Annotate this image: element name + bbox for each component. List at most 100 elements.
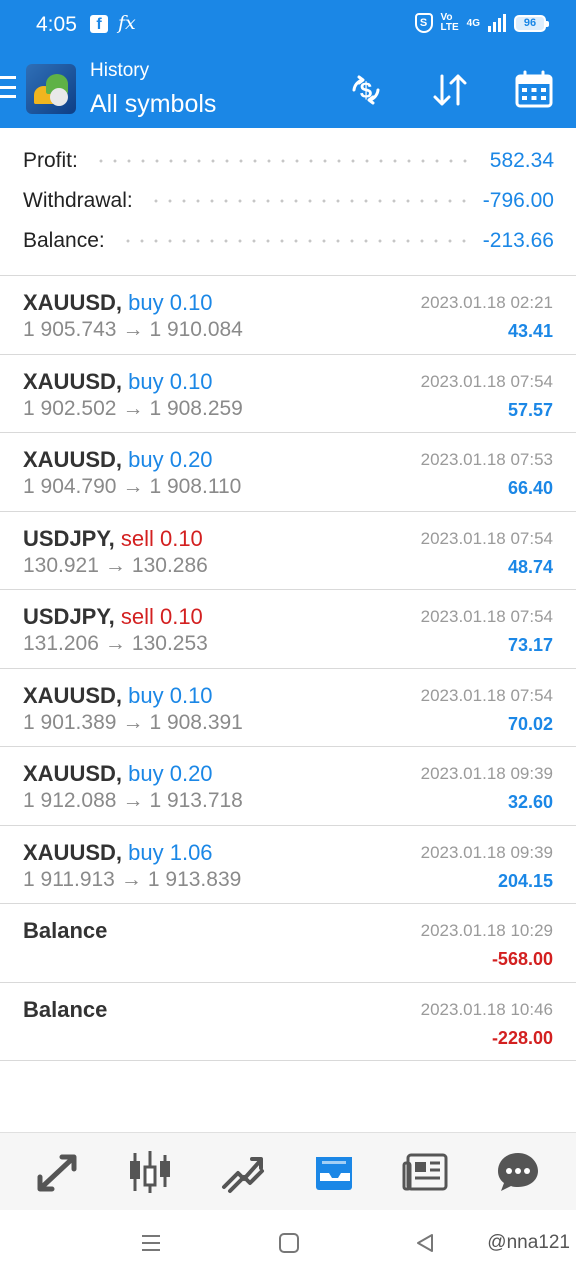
status-time: 4:05 bbox=[36, 13, 77, 36]
deal-row[interactable]: XAUUSD, buy 0.10 1 905.743 → 1 910.084 2023.… bbox=[0, 276, 576, 355]
deal-datetime: 2023.01.18 07:54 bbox=[420, 607, 553, 626]
deal-prices: 1 905.743 → 1 910.084 bbox=[23, 318, 243, 342]
open-price: 1 901.389 bbox=[23, 710, 117, 734]
facebook-icon: f bbox=[90, 15, 108, 33]
recents-icon[interactable] bbox=[140, 1232, 162, 1259]
history-list[interactable]: XAUUSD, buy 0.10 1 905.743 → 1 910.084 2023.… bbox=[0, 276, 576, 1061]
withdrawal-label: Withdrawal: bbox=[23, 189, 133, 212]
balance-operation-row[interactable]: Balance 2023.01.18 10:29 -568.00 bbox=[0, 904, 576, 983]
arrow-right-icon: → bbox=[122, 318, 144, 341]
symbol-filter[interactable]: All symbols bbox=[90, 90, 216, 119]
deal-datetime: 2023.01.18 07:53 bbox=[420, 450, 553, 469]
deal-row[interactable]: XAUUSD, buy 1.06 1 911.913 → 1 913.839 2023.… bbox=[0, 826, 576, 904]
chat-icon[interactable] bbox=[492, 1147, 544, 1197]
app-bar: History All symbols $ bbox=[0, 50, 576, 128]
deal-profit: 66.40 bbox=[507, 478, 553, 498]
back-icon[interactable] bbox=[414, 1232, 436, 1259]
deal-row[interactable]: XAUUSD, buy 0.10 1 902.502 → 1 908.259 2023.… bbox=[0, 355, 576, 433]
open-price: 1 902.502 bbox=[23, 396, 117, 420]
balance-op-label: Balance bbox=[23, 918, 108, 943]
deal-symbol: XAUUSD, buy 0.20 bbox=[23, 447, 213, 472]
dollar-sync-icon[interactable]: $ bbox=[344, 68, 388, 112]
deal-datetime: 2023.01.18 07:54 bbox=[420, 528, 553, 548]
arrow-right-icon: → bbox=[122, 396, 144, 420]
leader-dots bbox=[148, 199, 467, 203]
close-price: 1 908.391 bbox=[149, 710, 243, 734]
deal-profit: 48.74 bbox=[507, 556, 553, 577]
deal-row[interactable]: USDJPY, sell 0.10 131.206 → 130.253 2023.01.… bbox=[0, 590, 576, 669]
deal-profit: 70.02 bbox=[507, 713, 553, 734]
trade-icon[interactable] bbox=[216, 1147, 268, 1197]
withdrawal-value: -796.00 bbox=[482, 189, 554, 212]
sort-icon[interactable] bbox=[428, 68, 472, 112]
deal-side-volume: buy 0.20 bbox=[128, 447, 213, 472]
deal-side-volume: buy 1.06 bbox=[128, 839, 213, 865]
leader-dots bbox=[120, 239, 467, 243]
deal-row[interactable]: XAUUSD, buy 0.10 1 901.389 → 1 908.391 2023.… bbox=[0, 669, 576, 747]
leader-dots bbox=[93, 159, 474, 163]
deal-datetime: 2023.01.18 02:21 bbox=[420, 293, 553, 312]
deal-prices: 1 912.088 → 1 913.718 bbox=[23, 789, 243, 813]
close-price: 1 913.839 bbox=[147, 867, 242, 891]
deal-symbol: XAUUSD, buy 1.06 bbox=[23, 839, 213, 865]
deal-symbol: XAUUSD, buy 0.20 bbox=[23, 761, 213, 786]
network-type: 4G bbox=[466, 17, 480, 29]
calendar-icon[interactable] bbox=[512, 68, 556, 112]
deal-side-volume: buy 0.10 bbox=[128, 368, 213, 394]
deal-datetime: 2023.01.18 07:54 bbox=[420, 371, 553, 391]
deal-profit: 32.60 bbox=[507, 792, 553, 812]
deal-prices: 1 902.502 → 1 908.259 bbox=[23, 397, 243, 421]
deal-profit: 43.41 bbox=[507, 321, 553, 341]
deal-row[interactable]: USDJPY, sell 0.10 130.921 → 130.286 2023.01.… bbox=[0, 512, 576, 590]
profit-value: 582.34 bbox=[489, 149, 554, 172]
close-price: 1 908.259 bbox=[149, 396, 243, 420]
balance-op-amount: -228.00 bbox=[491, 1027, 553, 1048]
deal-profit: 57.57 bbox=[507, 399, 553, 420]
profit-label: Profit: bbox=[23, 149, 78, 172]
close-price: 1 910.084 bbox=[149, 318, 243, 341]
history-icon[interactable] bbox=[308, 1147, 360, 1197]
balance-value: -213.66 bbox=[482, 229, 554, 252]
chart-icon[interactable] bbox=[124, 1147, 176, 1197]
deal-prices: 1 904.790 → 1 908.110 bbox=[23, 475, 241, 499]
open-price: 1 904.790 bbox=[23, 475, 117, 498]
battery-icon: 96 bbox=[514, 14, 549, 32]
balance-op-datetime: 2023.01.18 10:29 bbox=[420, 921, 553, 940]
svg-text:$: $ bbox=[360, 78, 372, 103]
close-price: 130.286 bbox=[131, 553, 208, 577]
menu-icon[interactable] bbox=[0, 76, 16, 98]
signal-icon bbox=[488, 14, 506, 32]
deal-symbol: XAUUSD, buy 0.10 bbox=[23, 368, 213, 394]
deal-row[interactable]: XAUUSD, buy 0.20 1 912.088 → 1 913.718 2023.… bbox=[0, 747, 576, 826]
deal-side-volume: buy 0.10 bbox=[128, 290, 213, 315]
balance-op-amount: -568.00 bbox=[491, 949, 553, 969]
deal-side-volume: buy 0.10 bbox=[128, 682, 213, 708]
balance-operation-row[interactable]: Balance 2023.01.18 10:46 -228.00 bbox=[0, 983, 576, 1061]
account-summary: Profit: 582.34 Withdrawal: -796.00 Balan… bbox=[0, 128, 576, 276]
deal-symbol: USDJPY, sell 0.10 bbox=[23, 604, 203, 629]
deal-row[interactable]: XAUUSD, buy 0.20 1 904.790 → 1 908.110 2023.… bbox=[0, 433, 576, 512]
deal-prices: 130.921 → 130.286 bbox=[23, 554, 208, 578]
balance-label: Balance: bbox=[23, 229, 105, 252]
close-price: 130.253 bbox=[131, 632, 208, 655]
balance-row: Balance: -213.66 bbox=[23, 226, 554, 256]
close-price: 1 913.718 bbox=[149, 789, 243, 812]
quotes-icon[interactable] bbox=[32, 1147, 84, 1197]
bottom-navigation bbox=[0, 1132, 576, 1210]
arrow-right-icon: → bbox=[120, 867, 142, 891]
profit-row: Profit: 582.34 bbox=[23, 146, 554, 176]
deal-symbol: USDJPY, sell 0.10 bbox=[23, 525, 203, 551]
home-icon[interactable] bbox=[278, 1232, 300, 1259]
deal-profit: 204.15 bbox=[497, 870, 553, 891]
arrow-right-icon: → bbox=[122, 710, 144, 734]
deal-prices: 1 911.913 → 1 913.839 bbox=[23, 868, 241, 892]
arrow-right-icon: → bbox=[122, 475, 144, 498]
open-price: 1 912.088 bbox=[23, 789, 117, 812]
deal-side-volume: buy 0.20 bbox=[128, 761, 213, 786]
metatrader-logo bbox=[26, 64, 76, 114]
deal-datetime: 2023.01.18 07:54 bbox=[420, 685, 553, 705]
deal-side-volume: sell 0.10 bbox=[120, 604, 203, 629]
deal-datetime: 2023.01.18 09:39 bbox=[420, 764, 553, 783]
news-icon[interactable] bbox=[400, 1147, 452, 1197]
arrow-right-icon: → bbox=[122, 789, 144, 812]
